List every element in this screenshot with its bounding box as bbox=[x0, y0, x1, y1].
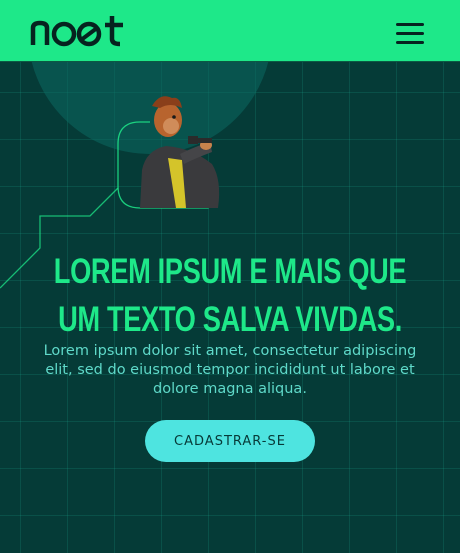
hero-headline: LOREM IPSUM E MAIS QUE UM TEXTO SALVA VI… bbox=[51, 248, 410, 344]
menu-bar bbox=[396, 31, 424, 35]
hero-description: Lorem ipsum dolor sit amet, consectetur … bbox=[43, 343, 417, 397]
noet-logo[interactable] bbox=[30, 14, 128, 48]
menu-bar bbox=[396, 22, 424, 26]
background-circle bbox=[31, 62, 269, 154]
top-header: noet bbox=[0, 0, 460, 62]
hero-section: LOREM IPSUM E MAIS QUE UM TEXTO SALVA VI… bbox=[0, 62, 460, 553]
hamburger-menu-icon[interactable] bbox=[390, 18, 430, 48]
menu-bar bbox=[396, 40, 424, 44]
headline-line-1: LOREM IPSUM E MAIS QUE bbox=[53, 252, 407, 291]
signup-button[interactable]: CADASTRAR-SE bbox=[145, 420, 315, 462]
headline-line-2: UM TEXTO SALVA VIVDAS. bbox=[58, 300, 402, 339]
